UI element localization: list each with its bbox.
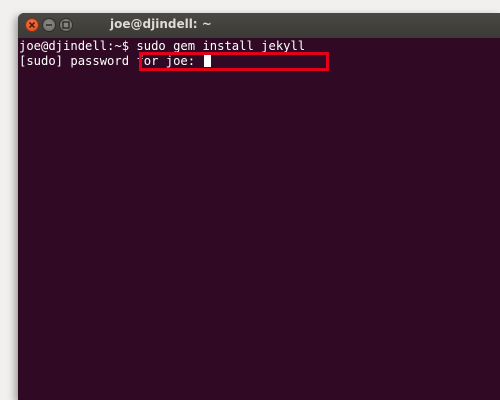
shell-prompt: joe@djindell:~$ <box>19 39 137 53</box>
window-title: joe@djindell: ~ <box>110 17 212 31</box>
text-cursor <box>204 54 212 67</box>
title-bar[interactable]: joe@djindell: ~ <box>18 13 500 38</box>
password-prompt: [sudo] password for joe: <box>19 54 203 68</box>
minimize-icon <box>46 24 52 26</box>
maximize-icon <box>62 21 70 29</box>
maximize-button[interactable] <box>59 18 73 32</box>
password-line: [sudo] password for joe: <box>19 54 500 69</box>
command-text: sudo gem install jekyll <box>136 39 306 53</box>
command-line: joe@djindell:~$ sudo gem install jekyll <box>19 39 500 54</box>
close-icon <box>28 21 36 29</box>
minimize-button[interactable] <box>42 18 56 32</box>
terminal-output[interactable]: joe@djindell:~$ sudo gem install jekyll … <box>18 39 500 400</box>
close-button[interactable] <box>25 18 39 32</box>
terminal-window: joe@djindell: ~ joe@djindell:~$ sudo gem… <box>18 13 500 400</box>
